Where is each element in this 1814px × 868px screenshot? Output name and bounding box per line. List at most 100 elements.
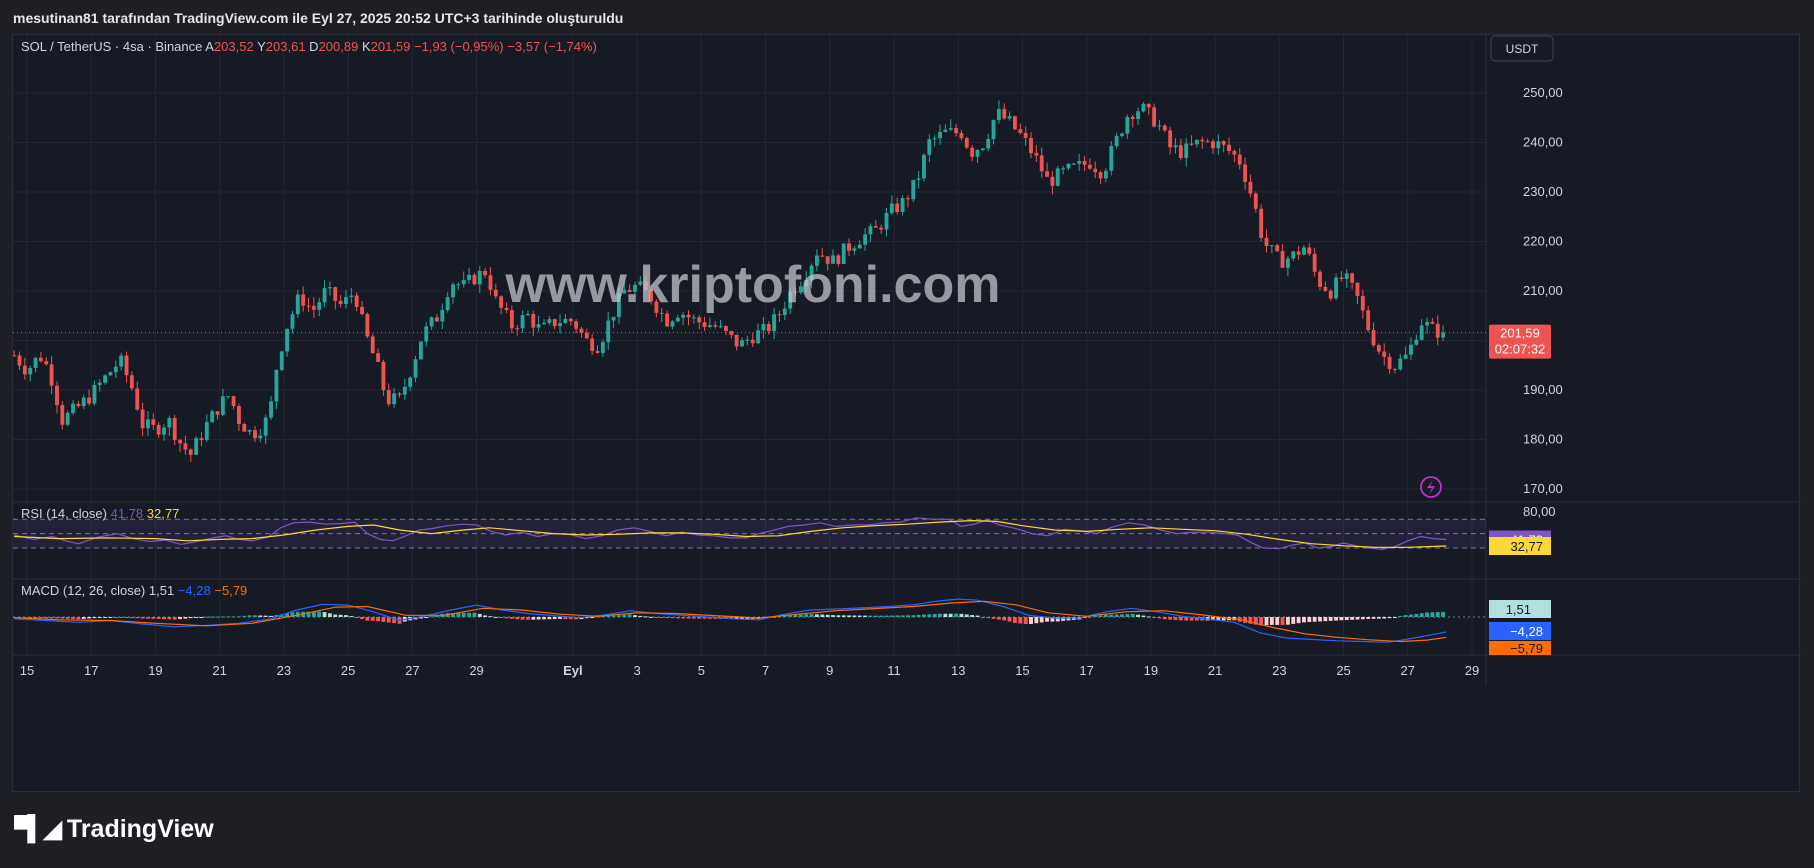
candle-body[interactable] xyxy=(1264,237,1269,246)
candle-body[interactable] xyxy=(948,128,953,130)
candle-body[interactable] xyxy=(975,149,980,157)
candle-body[interactable] xyxy=(1055,168,1060,186)
candle[interactable] xyxy=(1162,124,1167,133)
candle[interactable] xyxy=(440,303,445,330)
candle-body[interactable] xyxy=(1023,132,1028,138)
candle-body[interactable] xyxy=(1189,143,1194,145)
candle[interactable] xyxy=(1334,273,1338,301)
candle-body[interactable] xyxy=(317,302,322,310)
candle-body[interactable] xyxy=(943,129,948,132)
candle-body[interactable] xyxy=(1435,323,1440,338)
candle-body[interactable] xyxy=(1200,139,1205,142)
candle[interactable] xyxy=(1050,171,1055,195)
candle-body[interactable] xyxy=(1130,116,1135,120)
candle-body[interactable] xyxy=(1077,160,1082,164)
candle[interactable] xyxy=(338,295,343,308)
candle[interactable] xyxy=(970,145,975,162)
time-axis[interactable]: 15 17 19 21 23 25 27 29 Eyl 3 5 7 9 11 13 15 17 19 21 23 25 2… xyxy=(20,663,1479,678)
candle[interactable] xyxy=(360,301,364,316)
candle-body[interactable] xyxy=(1237,154,1242,165)
candle[interactable] xyxy=(1366,305,1371,333)
candle-body[interactable] xyxy=(595,350,600,353)
candle-body[interactable] xyxy=(1018,129,1023,133)
candle-body[interactable] xyxy=(440,310,445,322)
candle[interactable] xyxy=(156,421,161,438)
candle[interactable] xyxy=(242,422,247,432)
candle-body[interactable] xyxy=(1280,251,1285,268)
candle-body[interactable] xyxy=(1232,150,1237,155)
candle-body[interactable] xyxy=(1205,141,1210,143)
candle-body[interactable] xyxy=(381,361,386,391)
candle[interactable] xyxy=(1152,103,1157,128)
candle[interactable] xyxy=(402,378,407,400)
candle[interactable] xyxy=(670,320,675,330)
candle-body[interactable] xyxy=(707,325,712,328)
candle[interactable] xyxy=(44,356,49,366)
candle-body[interactable] xyxy=(1221,141,1226,145)
candle[interactable] xyxy=(1002,103,1007,120)
candle-body[interactable] xyxy=(1141,103,1146,112)
candle[interactable] xyxy=(868,223,873,243)
candle[interactable] xyxy=(424,322,429,347)
candle[interactable] xyxy=(590,334,595,355)
candle[interactable] xyxy=(71,399,75,415)
price-axis[interactable]: 250,00 240,00 230,00 220,00 210,00 190,00 180,… xyxy=(1523,85,1563,496)
candle-body[interactable] xyxy=(1050,176,1055,186)
candle-body[interactable] xyxy=(1360,296,1365,311)
candle[interactable] xyxy=(1136,107,1140,125)
candle-body[interactable] xyxy=(76,403,81,407)
candle-body[interactable] xyxy=(691,317,696,319)
candle[interactable] xyxy=(467,267,471,284)
candle[interactable] xyxy=(515,324,520,336)
candle-body[interactable] xyxy=(1387,356,1392,369)
candle[interactable] xyxy=(884,207,889,237)
candle-body[interactable] xyxy=(156,424,161,435)
candle-body[interactable] xyxy=(916,178,921,180)
candle[interactable] xyxy=(215,410,220,420)
candle[interactable] xyxy=(162,424,166,441)
candle-body[interactable] xyxy=(611,316,616,321)
candle-body[interactable] xyxy=(397,393,402,395)
candle[interactable] xyxy=(750,332,755,348)
candle[interactable] xyxy=(905,195,910,208)
candle-body[interactable] xyxy=(740,340,744,347)
candle[interactable] xyxy=(1403,346,1408,360)
candle[interactable] xyxy=(1194,139,1199,148)
candle[interactable] xyxy=(317,297,322,317)
candle-body[interactable] xyxy=(33,357,38,368)
candle[interactable] xyxy=(1323,281,1328,292)
candle-body[interactable] xyxy=(279,351,284,370)
candle-body[interactable] xyxy=(954,128,959,134)
candle-body[interactable] xyxy=(863,234,868,245)
candle[interactable] xyxy=(531,310,536,336)
candle[interactable] xyxy=(563,314,568,324)
candle-body[interactable] xyxy=(1430,321,1435,324)
candle-body[interactable] xyxy=(542,322,546,325)
candle-body[interactable] xyxy=(97,382,102,385)
candle-body[interactable] xyxy=(349,295,354,297)
candle-body[interactable] xyxy=(188,449,193,455)
candle[interactable] xyxy=(584,328,589,340)
candle[interactable] xyxy=(1104,168,1108,183)
candle[interactable] xyxy=(408,376,413,392)
candle-body[interactable] xyxy=(1002,109,1007,119)
candle-body[interactable] xyxy=(1098,172,1103,179)
candle-body[interactable] xyxy=(408,377,413,387)
candle[interactable] xyxy=(247,429,252,436)
candle[interactable] xyxy=(756,323,760,344)
candle[interactable] xyxy=(178,439,182,453)
candle-body[interactable] xyxy=(488,275,493,290)
candle[interactable] xyxy=(1382,343,1387,366)
candle-body[interactable] xyxy=(568,318,573,322)
candle[interactable] xyxy=(889,195,894,216)
candle-body[interactable] xyxy=(370,336,375,354)
candle-body[interactable] xyxy=(1414,339,1419,345)
candle[interactable] xyxy=(975,149,980,163)
candle-body[interactable] xyxy=(1120,133,1124,136)
candle-body[interactable] xyxy=(1393,368,1397,370)
candle-body[interactable] xyxy=(220,396,225,415)
candle-body[interactable] xyxy=(418,341,423,360)
candle[interactable] xyxy=(344,289,348,309)
candle-body[interactable] xyxy=(1350,273,1355,283)
candle[interactable] xyxy=(418,341,423,360)
